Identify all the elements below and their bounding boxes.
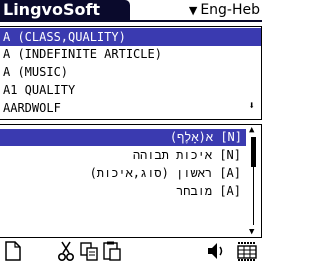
speaker-icon	[208, 243, 223, 259]
title-bar: LingvoSoft ▼ Eng-Heb	[0, 0, 262, 22]
keyboard-icon	[237, 242, 257, 261]
word-list-item[interactable]: AARDWOLF	[3, 99, 61, 117]
scroll-thumb[interactable]	[251, 137, 256, 167]
translation-item-selected[interactable]: א(אָלֶף) [N]	[0, 129, 246, 146]
language-pair-picker[interactable]: ▼ Eng-Heb	[189, 0, 260, 20]
translation-item[interactable]: מובחר [A]	[176, 183, 241, 200]
word-list-item[interactable]: A1 QUALITY	[3, 81, 75, 99]
translation-list[interactable]: א(אָלֶף) [N] איכות תבוהה [N] ראשון (סוג,…	[0, 124, 262, 238]
translation-item[interactable]: איכות תבוהה [N]	[133, 147, 241, 164]
word-list-item[interactable]: A (INDEFINITE ARTICLE)	[3, 45, 162, 63]
copy-icon	[80, 242, 98, 261]
search-input[interactable]: A (CLASS,QUALITY)	[0, 28, 261, 46]
bottom-toolbar	[0, 240, 262, 262]
paste-button[interactable]	[101, 240, 123, 262]
speak-button[interactable]	[205, 240, 227, 262]
scroll-up-arrow-icon[interactable]: ▲	[249, 125, 254, 135]
app-title: LingvoSoft	[0, 0, 130, 20]
triangle-down-icon: ▼	[188, 3, 198, 17]
vertical-scrollbar[interactable]: ▲ ▼	[248, 125, 260, 237]
cut-button[interactable]	[55, 240, 77, 262]
title-rule	[0, 20, 262, 22]
word-list-item[interactable]: A (MUSIC)	[3, 63, 68, 81]
paste-icon	[103, 241, 121, 261]
new-document-button[interactable]	[2, 240, 24, 262]
language-pair-label: Eng-Heb	[200, 2, 260, 18]
scissors-icon	[57, 241, 75, 262]
scroll-down-icon[interactable]: ⬇	[248, 99, 255, 113]
translation-item[interactable]: ראשון (סוג,איכות) [A]	[90, 165, 241, 182]
scroll-down-arrow-icon[interactable]: ▼	[249, 227, 254, 237]
new-document-icon	[5, 241, 21, 261]
copy-button[interactable]	[78, 240, 100, 262]
keyboard-button[interactable]	[236, 240, 258, 262]
